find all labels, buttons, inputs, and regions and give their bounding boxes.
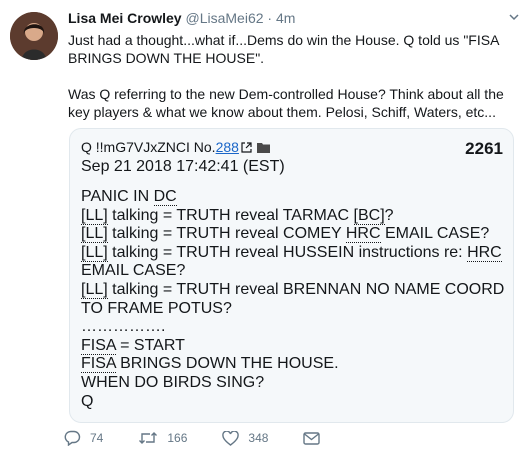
- abbr-text: HRC: [345, 225, 381, 244]
- retweet-count: 166: [167, 431, 188, 445]
- line-text: talking = TRUTH reveal BRENNAN NO NAME C…: [107, 280, 505, 298]
- post-number: 2261: [465, 139, 503, 158]
- body-line: [LL] talking = TRUTH reveal COMEY HRC EM…: [81, 225, 503, 244]
- reply-count: 74: [90, 431, 104, 445]
- heart-icon: [222, 430, 240, 446]
- tweet-text: Just had a thought...what if...Dems do w…: [68, 31, 508, 121]
- body-line: FISA = START: [81, 336, 503, 356]
- q-post-body: PANIC IN DC [LL] talking = TRUTH reveal …: [81, 188, 505, 411]
- abbr-text: [LL]: [81, 225, 108, 244]
- avatar-image: [10, 12, 58, 60]
- body-line: …………….: [81, 318, 166, 336]
- body-line: [LL] talking = TRUTH reveal BRENNAN NO N…: [81, 280, 505, 300]
- tweet-timestamp[interactable]: 4m: [276, 10, 295, 26]
- retweet-icon: [139, 432, 158, 444]
- body-line: PANIC IN DC: [81, 188, 503, 207]
- q-post-header: Q !!mG7VJxZNCI No.288: [81, 139, 503, 155]
- line-text: BRINGS DOWN THE HOUSE.: [115, 355, 339, 373]
- line-text: ?: [384, 206, 394, 224]
- line-text: EMAIL CASE?: [380, 225, 490, 243]
- tweet-actions: 74 166 348: [64, 430, 364, 446]
- line-text: = START: [115, 336, 185, 354]
- body-line: WHEN DO BIRDS SING?: [81, 373, 265, 391]
- separator-dot: ·: [267, 10, 273, 26]
- folder-icon[interactable]: [256, 142, 270, 153]
- like-button[interactable]: 348: [222, 430, 269, 446]
- quoted-image-card[interactable]: Q !!mG7VJxZNCI No.288 2261 Sep 21 2018 1…: [69, 128, 514, 423]
- abbr-text: HRC: [467, 243, 502, 262]
- body-line: EMAIL CASE?: [81, 262, 186, 280]
- abbr-text: [LL]: [81, 280, 108, 299]
- reply-button[interactable]: 74: [64, 430, 103, 446]
- reply-icon: [64, 430, 81, 446]
- abbr-text: DC: [153, 188, 177, 206]
- external-link-icon[interactable]: [241, 142, 252, 153]
- tweet-header: Lisa Mei Crowley @LisaMei62 · 4m: [68, 10, 295, 26]
- abbr-text: [BC]: [353, 206, 385, 225]
- abbr-text: FISA: [81, 355, 116, 374]
- post-date: Sep 21 2018 17:42:41 (EST): [81, 158, 285, 175]
- body-line: TO FRAME POTUS?: [81, 299, 232, 317]
- line-text: PANIC IN: [81, 188, 154, 205]
- retweet-button[interactable]: 166: [138, 431, 187, 445]
- avatar[interactable]: [10, 12, 58, 60]
- abbr-text: FISA: [81, 336, 116, 355]
- body-line: [LL] talking = TRUTH reveal HUSSEIN inst…: [81, 243, 503, 263]
- line-text: talking = TRUTH reveal HUSSEIN instructi…: [107, 243, 468, 261]
- user-handle[interactable]: @LisaMei62: [185, 10, 263, 26]
- body-line: Q: [81, 392, 94, 410]
- abbr-text: [LL]: [81, 243, 108, 262]
- chevron-down-icon[interactable]: [507, 10, 521, 24]
- tweet-paragraph: Just had a thought...what if...Dems do w…: [68, 32, 499, 66]
- post-link[interactable]: 288: [216, 139, 239, 155]
- like-count: 348: [248, 431, 269, 445]
- line-text: talking = TRUTH reveal COMEY: [107, 225, 346, 243]
- direct-message-button[interactable]: [303, 431, 329, 445]
- envelope-icon: [303, 431, 321, 445]
- tweet-paragraph: Was Q referring to the new Dem-controlle…: [68, 86, 504, 120]
- line-text: talking = TRUTH reveal TARMAC: [107, 206, 354, 224]
- q-tripcode: Q !!mG7VJxZNCI No.: [81, 139, 216, 155]
- abbr-text: [LL]: [81, 206, 108, 225]
- display-name[interactable]: Lisa Mei Crowley: [68, 10, 182, 26]
- body-line: FISA BRINGS DOWN THE HOUSE.: [81, 355, 503, 374]
- body-line: [LL] talking = TRUTH reveal TARMAC [BC]?: [81, 206, 503, 226]
